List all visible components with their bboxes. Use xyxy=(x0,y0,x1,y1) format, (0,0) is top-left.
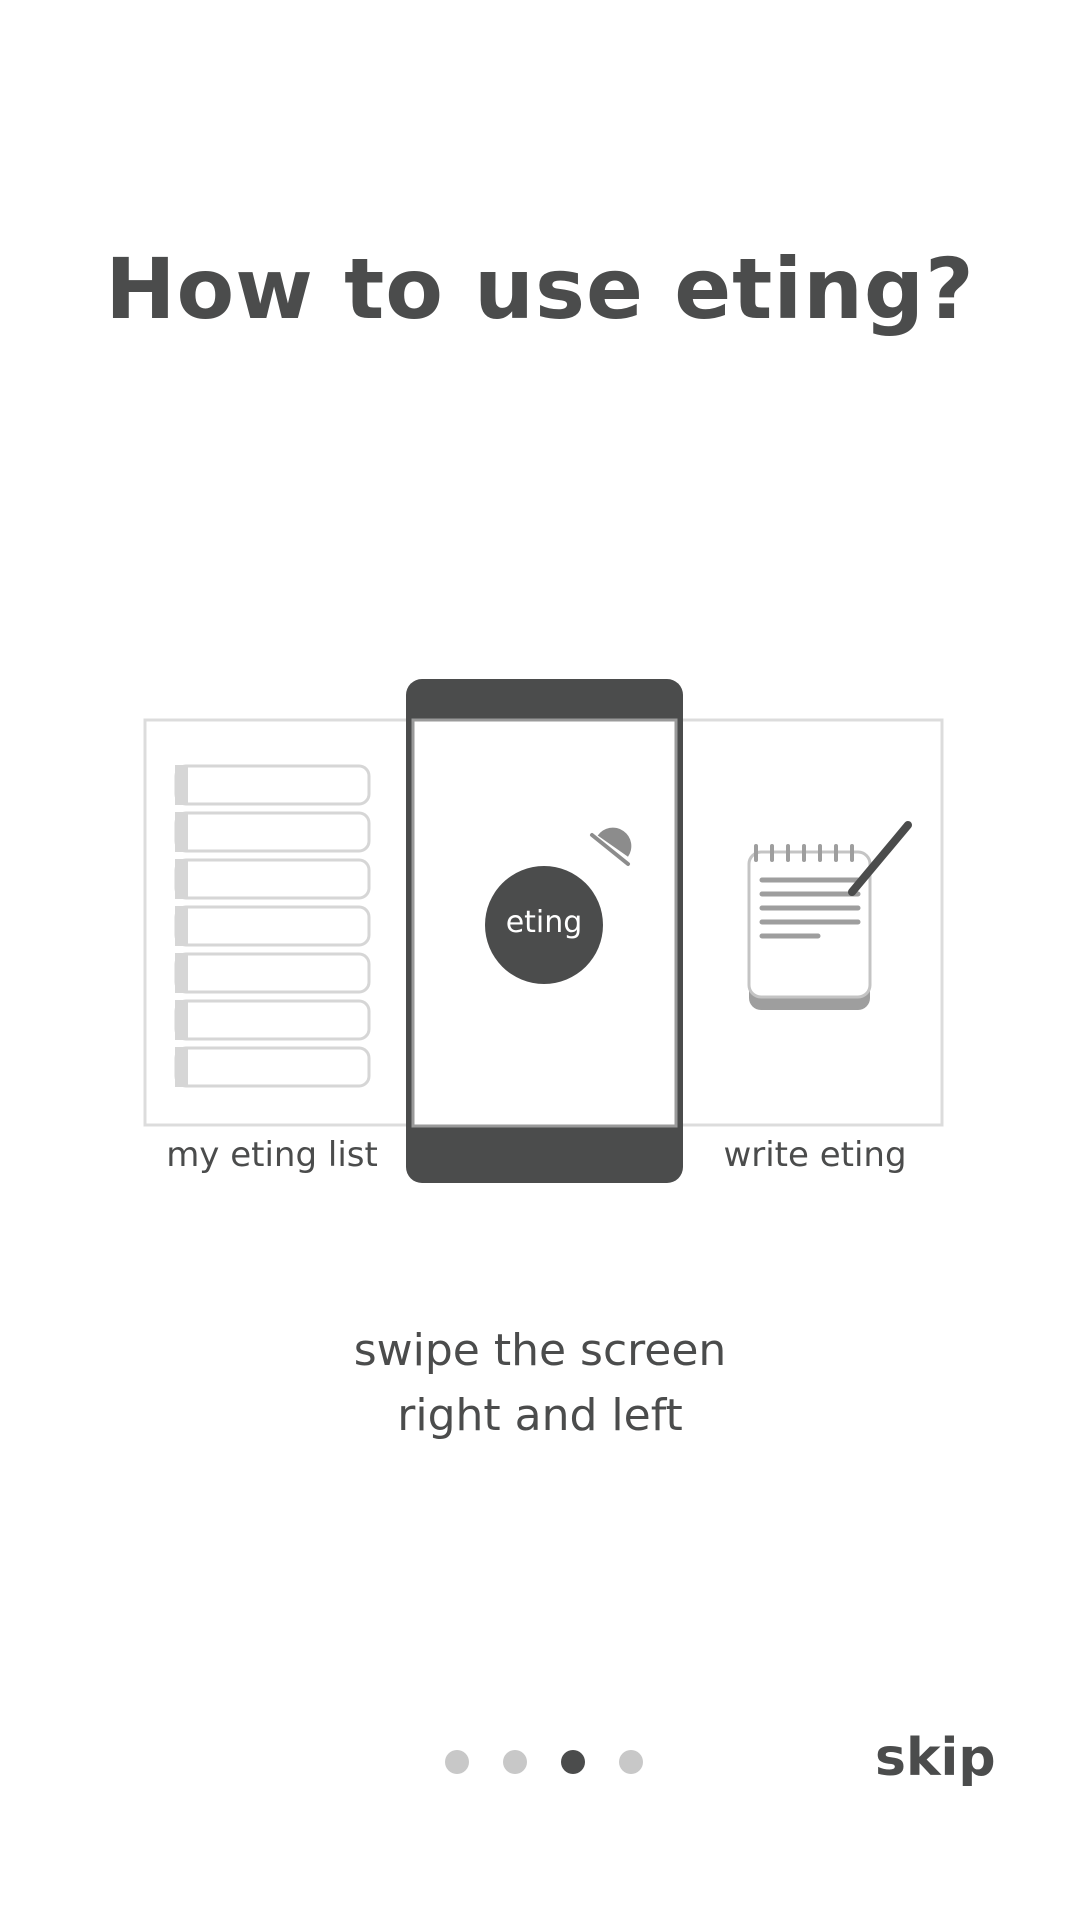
eting-button-label: eting xyxy=(505,905,583,940)
page-dot-3-active[interactable] xyxy=(561,1750,585,1774)
page-dot-1[interactable] xyxy=(445,1750,469,1774)
list-icon xyxy=(174,764,371,1088)
my-eting-list-label: my eting list xyxy=(166,1135,378,1175)
notepad-icon xyxy=(747,844,872,1010)
page-dot-4[interactable] xyxy=(619,1750,643,1774)
write-eting-label: write eting xyxy=(723,1135,907,1175)
instruction-line-2: right and left xyxy=(397,1390,683,1441)
page-dot-2[interactable] xyxy=(503,1750,527,1774)
page-indicator xyxy=(445,1750,643,1774)
instruction-line-1: swipe the screen xyxy=(353,1325,727,1376)
swipe-illustration xyxy=(143,679,944,1183)
skip-button[interactable]: skip xyxy=(875,1728,996,1788)
